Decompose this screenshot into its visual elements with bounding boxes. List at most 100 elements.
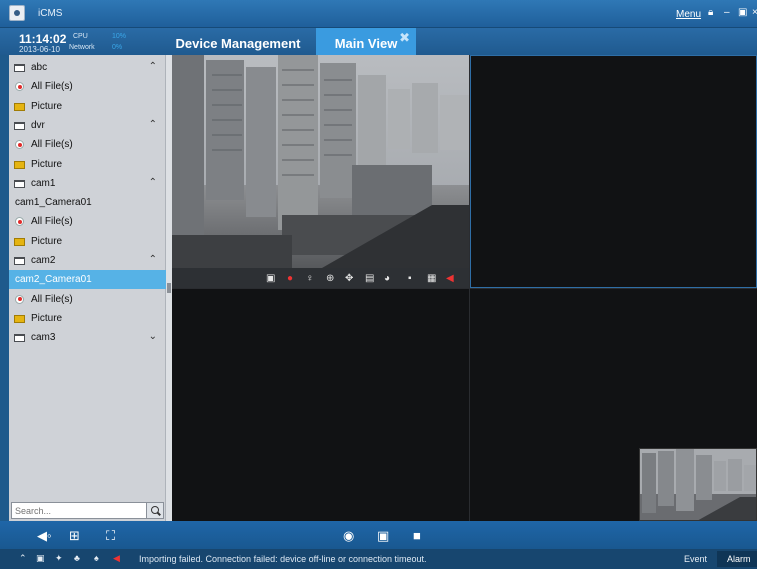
search-input[interactable] xyxy=(12,503,146,518)
menu-link[interactable]: Menu xyxy=(676,9,701,20)
tree-item-label: cam3 xyxy=(31,332,56,344)
microphone-icon[interactable]: ♀ xyxy=(306,273,314,284)
tree-item-device[interactable]: abc ⌃ xyxy=(9,58,166,77)
tree-item-picture[interactable]: Picture xyxy=(9,232,166,251)
tab-close-icon[interactable]: ✖ xyxy=(399,30,410,46)
tree-item-record[interactable]: All File(s) xyxy=(9,135,166,154)
chevron-up-icon[interactable]: ⌃ xyxy=(149,177,157,188)
tree-item-device[interactable]: cam3 ⌄ xyxy=(9,328,166,347)
video-cell-3[interactable] xyxy=(172,289,469,521)
alarm-button[interactable]: Alarm xyxy=(717,551,757,567)
tree-item-picture[interactable]: Picture xyxy=(9,97,166,116)
folder-icon xyxy=(14,334,25,343)
record-icon[interactable]: ● xyxy=(287,273,293,284)
camera-feed xyxy=(172,55,469,268)
lock-icon[interactable]: 🔒︎ xyxy=(708,7,713,18)
capture-icon[interactable]: ◕ xyxy=(384,273,390,284)
chevron-up-icon[interactable]: ⌃ xyxy=(149,254,157,265)
monitor-icon[interactable]: ▣ xyxy=(36,553,45,564)
search-icon[interactable] xyxy=(146,503,163,518)
cpu-label: CPU xyxy=(73,33,88,40)
tab-device-management[interactable]: Device Management xyxy=(168,28,308,55)
tree-item-label: Picture xyxy=(31,312,63,324)
tree-item-label: All File(s) xyxy=(31,293,73,305)
tree-item-device[interactable]: cam2 ⌃ xyxy=(9,251,166,270)
splitter-grip-icon[interactable] xyxy=(167,283,171,293)
record-all-icon[interactable]: ◉ xyxy=(343,528,354,544)
tree-item-picture[interactable]: Picture xyxy=(9,155,166,174)
folder-icon xyxy=(14,64,25,72)
tree-item-label: dvr xyxy=(31,119,45,131)
chevron-down-icon[interactable]: ⌄ xyxy=(149,331,157,342)
tree-item-device[interactable]: cam1 ⌃ xyxy=(9,174,166,193)
volume-icon[interactable]: ◀◦ xyxy=(37,528,52,544)
record-icon xyxy=(15,82,24,92)
camera-feed-image xyxy=(172,55,469,268)
preview-thumbnail[interactable] xyxy=(639,448,757,521)
tree-item-picture[interactable]: Picture xyxy=(9,309,166,328)
status-message: Importing failed. Connection failed: dev… xyxy=(139,554,427,564)
tree-item-camera[interactable]: cam2_Camera01 xyxy=(9,270,166,290)
tree-item-record[interactable]: All File(s) xyxy=(9,77,166,96)
tree-item-label: All File(s) xyxy=(31,216,73,228)
tree-item-label: cam2_Camera01 xyxy=(15,274,92,286)
clock-time: 11:14:02 xyxy=(19,32,67,46)
tree-item-label: All File(s) xyxy=(31,81,73,93)
pin-icon[interactable]: ✦ xyxy=(55,553,63,564)
save-icon[interactable]: ▦ xyxy=(427,273,436,284)
network-label: Network xyxy=(69,44,95,51)
stop-icon[interactable]: ▪ xyxy=(408,273,412,284)
preview-image xyxy=(640,449,756,520)
video-cell-2[interactable] xyxy=(470,55,757,288)
event-button[interactable]: Event xyxy=(684,554,707,564)
clock-date: 2013-06-10 xyxy=(19,45,60,54)
ptz-icon[interactable]: ✥ xyxy=(345,273,353,284)
chevron-up-icon[interactable]: ⌃ xyxy=(149,61,157,72)
header-row: 11:14:02 2013-06-10 CPU Network 10% 0% D… xyxy=(0,28,757,55)
tree-item-label: Picture xyxy=(31,158,63,170)
picture-icon xyxy=(14,314,25,323)
tree-item-record[interactable]: All File(s) xyxy=(9,290,166,309)
tree-item-record[interactable]: All File(s) xyxy=(9,212,166,231)
video-control-bar: ▣ ● ♀ ⊕ ✥ ▤ ◕ ▪ ▦ ◀ xyxy=(172,268,469,288)
picture-icon xyxy=(14,237,25,246)
restore-icon[interactable]: ▣ xyxy=(738,7,747,18)
record-icon xyxy=(15,294,24,304)
stop-all-icon[interactable]: ■ xyxy=(413,528,421,543)
bottom-toolbar: ◀◦ ⊞ ⛶ ◉ ▣ ■ xyxy=(0,521,757,549)
audio-icon[interactable]: ◀ xyxy=(113,553,120,564)
tab-main-view[interactable]: Main View ✖ xyxy=(316,28,416,55)
zoom-icon[interactable]: ⊕ xyxy=(326,273,334,284)
tree-item-device[interactable]: dvr ⌃ xyxy=(9,116,166,135)
tree-item-label: cam1 xyxy=(31,177,56,189)
app-title: iCMS xyxy=(38,8,63,19)
snapshot-all-icon[interactable]: ▣ xyxy=(377,528,389,544)
cpu-value: 10% xyxy=(112,33,127,40)
close-icon[interactable]: × xyxy=(752,7,757,18)
grid-divider xyxy=(172,288,757,289)
tree-item-label: All File(s) xyxy=(31,139,73,151)
video-cell-1[interactable]: ▣ ● ♀ ⊕ ✥ ▤ ◕ ▪ ▦ ◀ xyxy=(172,55,469,288)
user-icon[interactable]: ♠ xyxy=(94,553,99,563)
chevron-up-icon[interactable]: ⌃ xyxy=(149,119,157,130)
layout-icon[interactable]: ⊞ xyxy=(69,528,80,544)
picture-icon xyxy=(14,160,25,169)
picture-icon xyxy=(14,102,25,111)
tree-item-camera[interactable]: cam1_Camera01 xyxy=(9,193,166,212)
fullscreen-icon[interactable]: ⛶ xyxy=(106,528,115,544)
speaker-icon[interactable]: ◀ xyxy=(446,273,454,284)
file-icon[interactable]: ▤ xyxy=(365,273,374,284)
status-bar: ⌃ ▣ ✦ ♣ ♠ ◀ Importing failed. Connection… xyxy=(0,549,757,569)
network-value: 0% xyxy=(112,44,123,51)
snapshot-icon[interactable]: ▣ xyxy=(266,273,275,284)
tab-label: Device Management xyxy=(175,36,301,51)
collapse-up-icon[interactable]: ⌃ xyxy=(19,553,27,564)
record-icon xyxy=(15,217,24,227)
video-grid: ▣ ● ♀ ⊕ ✥ ▤ ◕ ▪ ▦ ◀ xyxy=(172,55,757,521)
tree-item-label: cam1_Camera01 xyxy=(15,197,92,209)
tree-item-label: cam2 xyxy=(31,255,56,266)
user-group-icon[interactable]: ♣ xyxy=(74,553,80,563)
tree-item-label: abc xyxy=(31,62,48,73)
minimize-icon[interactable]: – xyxy=(724,7,730,18)
tree-item-label: Picture xyxy=(31,100,63,112)
